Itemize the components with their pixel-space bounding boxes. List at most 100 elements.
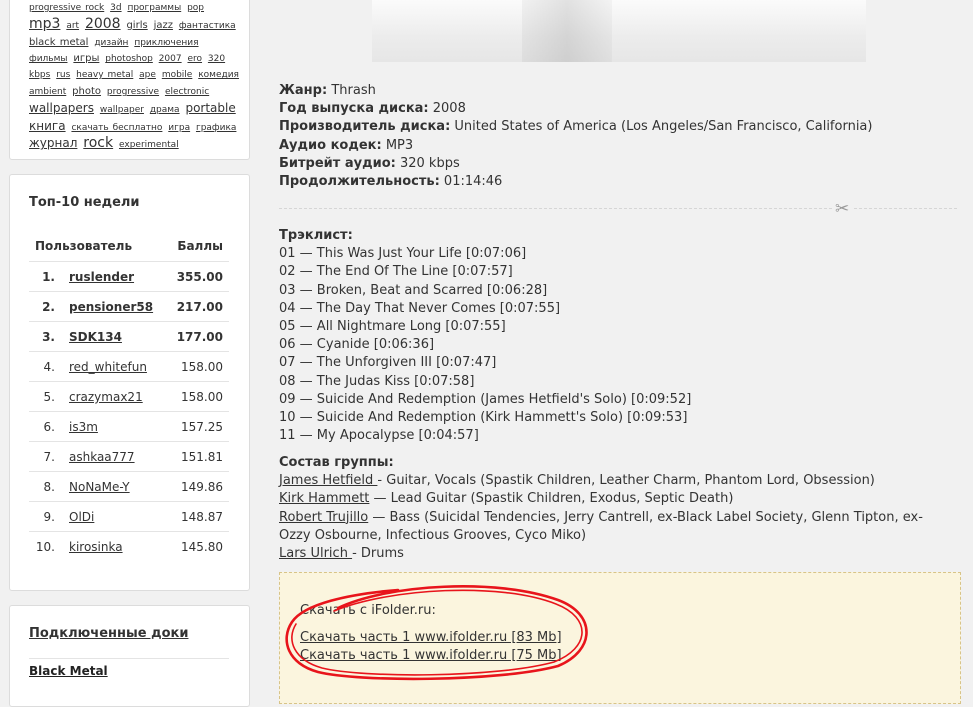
tag-link[interactable]: photoshop [105, 54, 153, 64]
rank-number: 9. [43, 510, 55, 524]
tag-link[interactable]: progressive [107, 87, 159, 97]
track-item: 05 — All Nightmare Long [0:07:55] [279, 319, 506, 335]
rank-number: 6. [43, 420, 55, 434]
tag-link[interactable]: скачать бесплатно [71, 123, 162, 133]
rank-number: 1. [42, 270, 55, 284]
track-item: 07 — The Unforgiven III [0:07:47] [279, 355, 497, 371]
tag-link[interactable]: heavy metal [76, 70, 133, 80]
info-label: Год выпуска диска: [279, 101, 429, 117]
tag-link[interactable]: фантастика [179, 21, 236, 31]
tag-link[interactable]: wallpapers [29, 101, 94, 115]
tag-link[interactable]: rock [83, 135, 113, 151]
info-value: United States of America (Los Angeles/Sa… [454, 119, 873, 135]
info-label: Жанр: [279, 83, 328, 98]
user-link[interactable]: NoNaMe-Y [69, 480, 130, 494]
user-link[interactable]: pensioner58 [69, 300, 153, 314]
divider [29, 658, 229, 659]
info-label: Продолжительность: [279, 174, 440, 190]
score-value: 157.25 [181, 420, 223, 434]
tag-link[interactable]: photo [72, 86, 101, 97]
top10-title: Топ-10 недели [29, 195, 140, 210]
member-name-link[interactable]: Lars Ulrich [279, 546, 352, 561]
tag-link[interactable]: electronic [165, 87, 209, 97]
track-item: 09 — Suicide And Redemption (James Hetfi… [279, 391, 692, 407]
tag-link[interactable]: ape [139, 70, 156, 80]
connected-docs-title[interactable]: Подключенные доки [29, 626, 188, 641]
tag-link[interactable]: книга [29, 119, 66, 133]
track-item: 08 — The Judas Kiss [0:07:58] [279, 373, 475, 389]
track-item: 11 — My Apocalypse [0:04:57] [279, 428, 479, 444]
tag-link[interactable]: jazz [154, 20, 173, 31]
user-link[interactable]: is3m [69, 420, 98, 434]
info-value: Thrash [331, 83, 376, 98]
tag-link[interactable]: приключения [134, 38, 198, 48]
album-info: Жанр: Thrash Год выпуска диска: 2008 Произ… [279, 82, 872, 191]
tag-link[interactable]: mp3 [29, 16, 60, 32]
top10-row: 1. ruslender 355.00 [29, 261, 229, 291]
tag-link[interactable]: pop [187, 3, 204, 13]
tag-link[interactable]: art [66, 21, 79, 31]
info-line: Год выпуска диска: 2008 [279, 100, 872, 118]
rank-number: 10. [35, 540, 55, 554]
tag-link[interactable]: rus [56, 70, 70, 80]
top10-row: 7. ashkaa777 151.81 [29, 441, 229, 471]
tag-link[interactable]: ero [187, 54, 202, 64]
tag-link[interactable]: black metal [29, 37, 88, 48]
tag-link[interactable]: mobile [162, 70, 193, 80]
tag-link[interactable]: portable [185, 101, 235, 115]
rank-number: 7. [43, 450, 55, 464]
score-value: 148.87 [181, 510, 223, 524]
tag-cloud-panel: progressive rock 3d программы pop mp3 ar… [9, 0, 250, 160]
band-lineup: Состав группы: James Hetfield - Guitar, … [279, 454, 939, 563]
member-name-link[interactable]: James Hetfield [279, 473, 377, 488]
download-link-part1-83mb[interactable]: Скачать часть 1 www.ifolder.ru [83 Mb] [300, 630, 562, 645]
member-description: — Bass (Suicidal Tendencies, Jerry Cantr… [279, 509, 923, 543]
member-line: Lars Ulrich - Drums [279, 545, 939, 563]
rank-number: 5. [43, 390, 55, 404]
member-name-link[interactable]: Robert Trujillo [279, 510, 368, 525]
tag-link[interactable]: 2008 [85, 16, 121, 32]
top10-row: 3. SDK134 177.00 [29, 321, 229, 351]
user-link[interactable]: red_whitefun [69, 360, 147, 374]
tag-link[interactable]: progressive rock [29, 3, 104, 13]
info-value: 320 kbps [399, 155, 460, 171]
member-line: James Hetfield - Guitar, Vocals (Spastik… [279, 472, 939, 490]
top10-row: 8. NoNaMe-Y 149.86 [29, 471, 229, 501]
tag-link[interactable]: wallpaper [100, 105, 144, 115]
tag-link[interactable]: фильмы [29, 54, 68, 64]
tag-link[interactable]: experimental [119, 140, 179, 150]
user-link[interactable]: ruslender [69, 270, 134, 284]
info-label: Производитель диска: [279, 119, 451, 135]
member-list: James Hetfield - Guitar, Vocals (Spastik… [279, 472, 939, 563]
tag-link[interactable]: girls [126, 20, 147, 31]
user-link[interactable]: OlDi [69, 510, 94, 524]
info-line: Производитель диска: United States of Am… [279, 118, 872, 136]
tag-link[interactable]: комедия [198, 70, 239, 80]
member-name-link[interactable]: Kirk Hammett [279, 491, 369, 506]
info-line: Битрейт аудио: 320 kbps [279, 155, 872, 173]
tag-link[interactable]: драма [150, 105, 180, 115]
tag-cloud: progressive rock 3d программы pop mp3 ar… [29, 1, 241, 154]
tag-link[interactable]: ambient [29, 87, 66, 97]
user-link[interactable]: SDK134 [69, 330, 122, 344]
user-link[interactable]: ashkaa777 [69, 450, 135, 464]
top10-row: 9. OlDi 148.87 [29, 501, 229, 531]
download-link-part1-75mb[interactable]: Скачать часть 1 www.ifolder.ru [75 Mb] [300, 648, 562, 663]
tag-link[interactable]: игра [168, 123, 190, 133]
user-link[interactable]: crazymax21 [69, 390, 143, 404]
tag-link[interactable]: дизайн [94, 38, 128, 48]
user-link[interactable]: kirosinka [69, 540, 123, 554]
tag-link[interactable]: 3d [110, 3, 121, 13]
download-title: Скачать с iFolder.ru: [300, 603, 436, 618]
tracklist-title: Трэклист: [279, 228, 353, 243]
band-title: Состав группы: [279, 455, 394, 470]
tag-link[interactable]: игры [73, 53, 99, 64]
tag-link[interactable]: журнал [29, 136, 77, 150]
score-value: 151.81 [181, 450, 223, 464]
docs-item-black-metal[interactable]: Black Metal [29, 664, 108, 678]
tag-link[interactable]: 2007 [159, 54, 182, 64]
info-value: 01:14:46 [443, 174, 503, 190]
info-label: Аудио кодек: [279, 137, 382, 153]
tag-link[interactable]: программы [127, 3, 181, 13]
tag-link[interactable]: графика [196, 123, 236, 133]
